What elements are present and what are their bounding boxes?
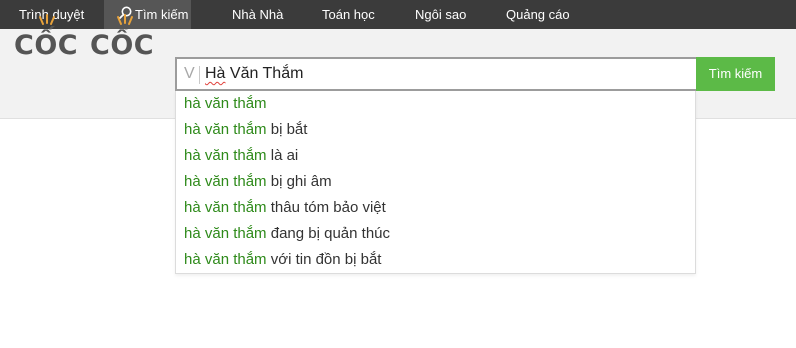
suggestion-dropdown: hà văn thắm hà văn thắm bị bắt hà văn th… [175,91,696,274]
search-input[interactable]: V Hà Văn Thắm [175,57,696,91]
nav-item-label: Ngôi sao [415,7,467,22]
nav-item-label: Quảng cáo [506,7,570,22]
suggestion-item[interactable]: hà văn thắm bị ghi âm [184,169,332,195]
logo-spark-icon [39,14,55,25]
nav-item-label: Toán học [322,7,375,22]
input-divider [199,66,200,84]
suggestion-item[interactable]: hà văn thắm là ai [184,143,298,169]
suggestion-item[interactable]: hà văn thắm [184,91,267,117]
nav-item-toanhoc[interactable]: Toán học [322,0,375,29]
suggestion-item[interactable]: hà văn thắm thâu tóm bảo việt [184,195,386,221]
logo-spark-icon [117,14,133,25]
suggestion-item[interactable]: hà văn thắm đang bị quản thúc [184,221,390,247]
suggestion-item[interactable]: hà văn thắm với tin đồn bị bắt [184,247,381,273]
vietnamese-input-icon: V [184,65,195,82]
nav-item-label: Nhà Nhà [232,7,284,22]
logo-word-1: CỐC [14,30,79,61]
search-button[interactable]: Tìm kiếm [696,57,775,91]
search-query-text: Hà Văn Thắm [205,65,303,83]
nav-item-ngoisao[interactable]: Ngôi sao [415,0,466,29]
nav-item-quangcao[interactable]: Quảng cáo [506,0,570,29]
suggestion-item[interactable]: hà văn thắm bị bắt [184,117,307,143]
search-query-rest: Văn Thắm [225,65,304,82]
nav-item-nhanha[interactable]: Nhà Nhà [232,0,283,29]
spellcheck-word: Hà [205,65,226,82]
logo-word-2: CỐC [90,30,155,61]
coccoc-logo[interactable]: CỐC CỐC [14,14,160,64]
